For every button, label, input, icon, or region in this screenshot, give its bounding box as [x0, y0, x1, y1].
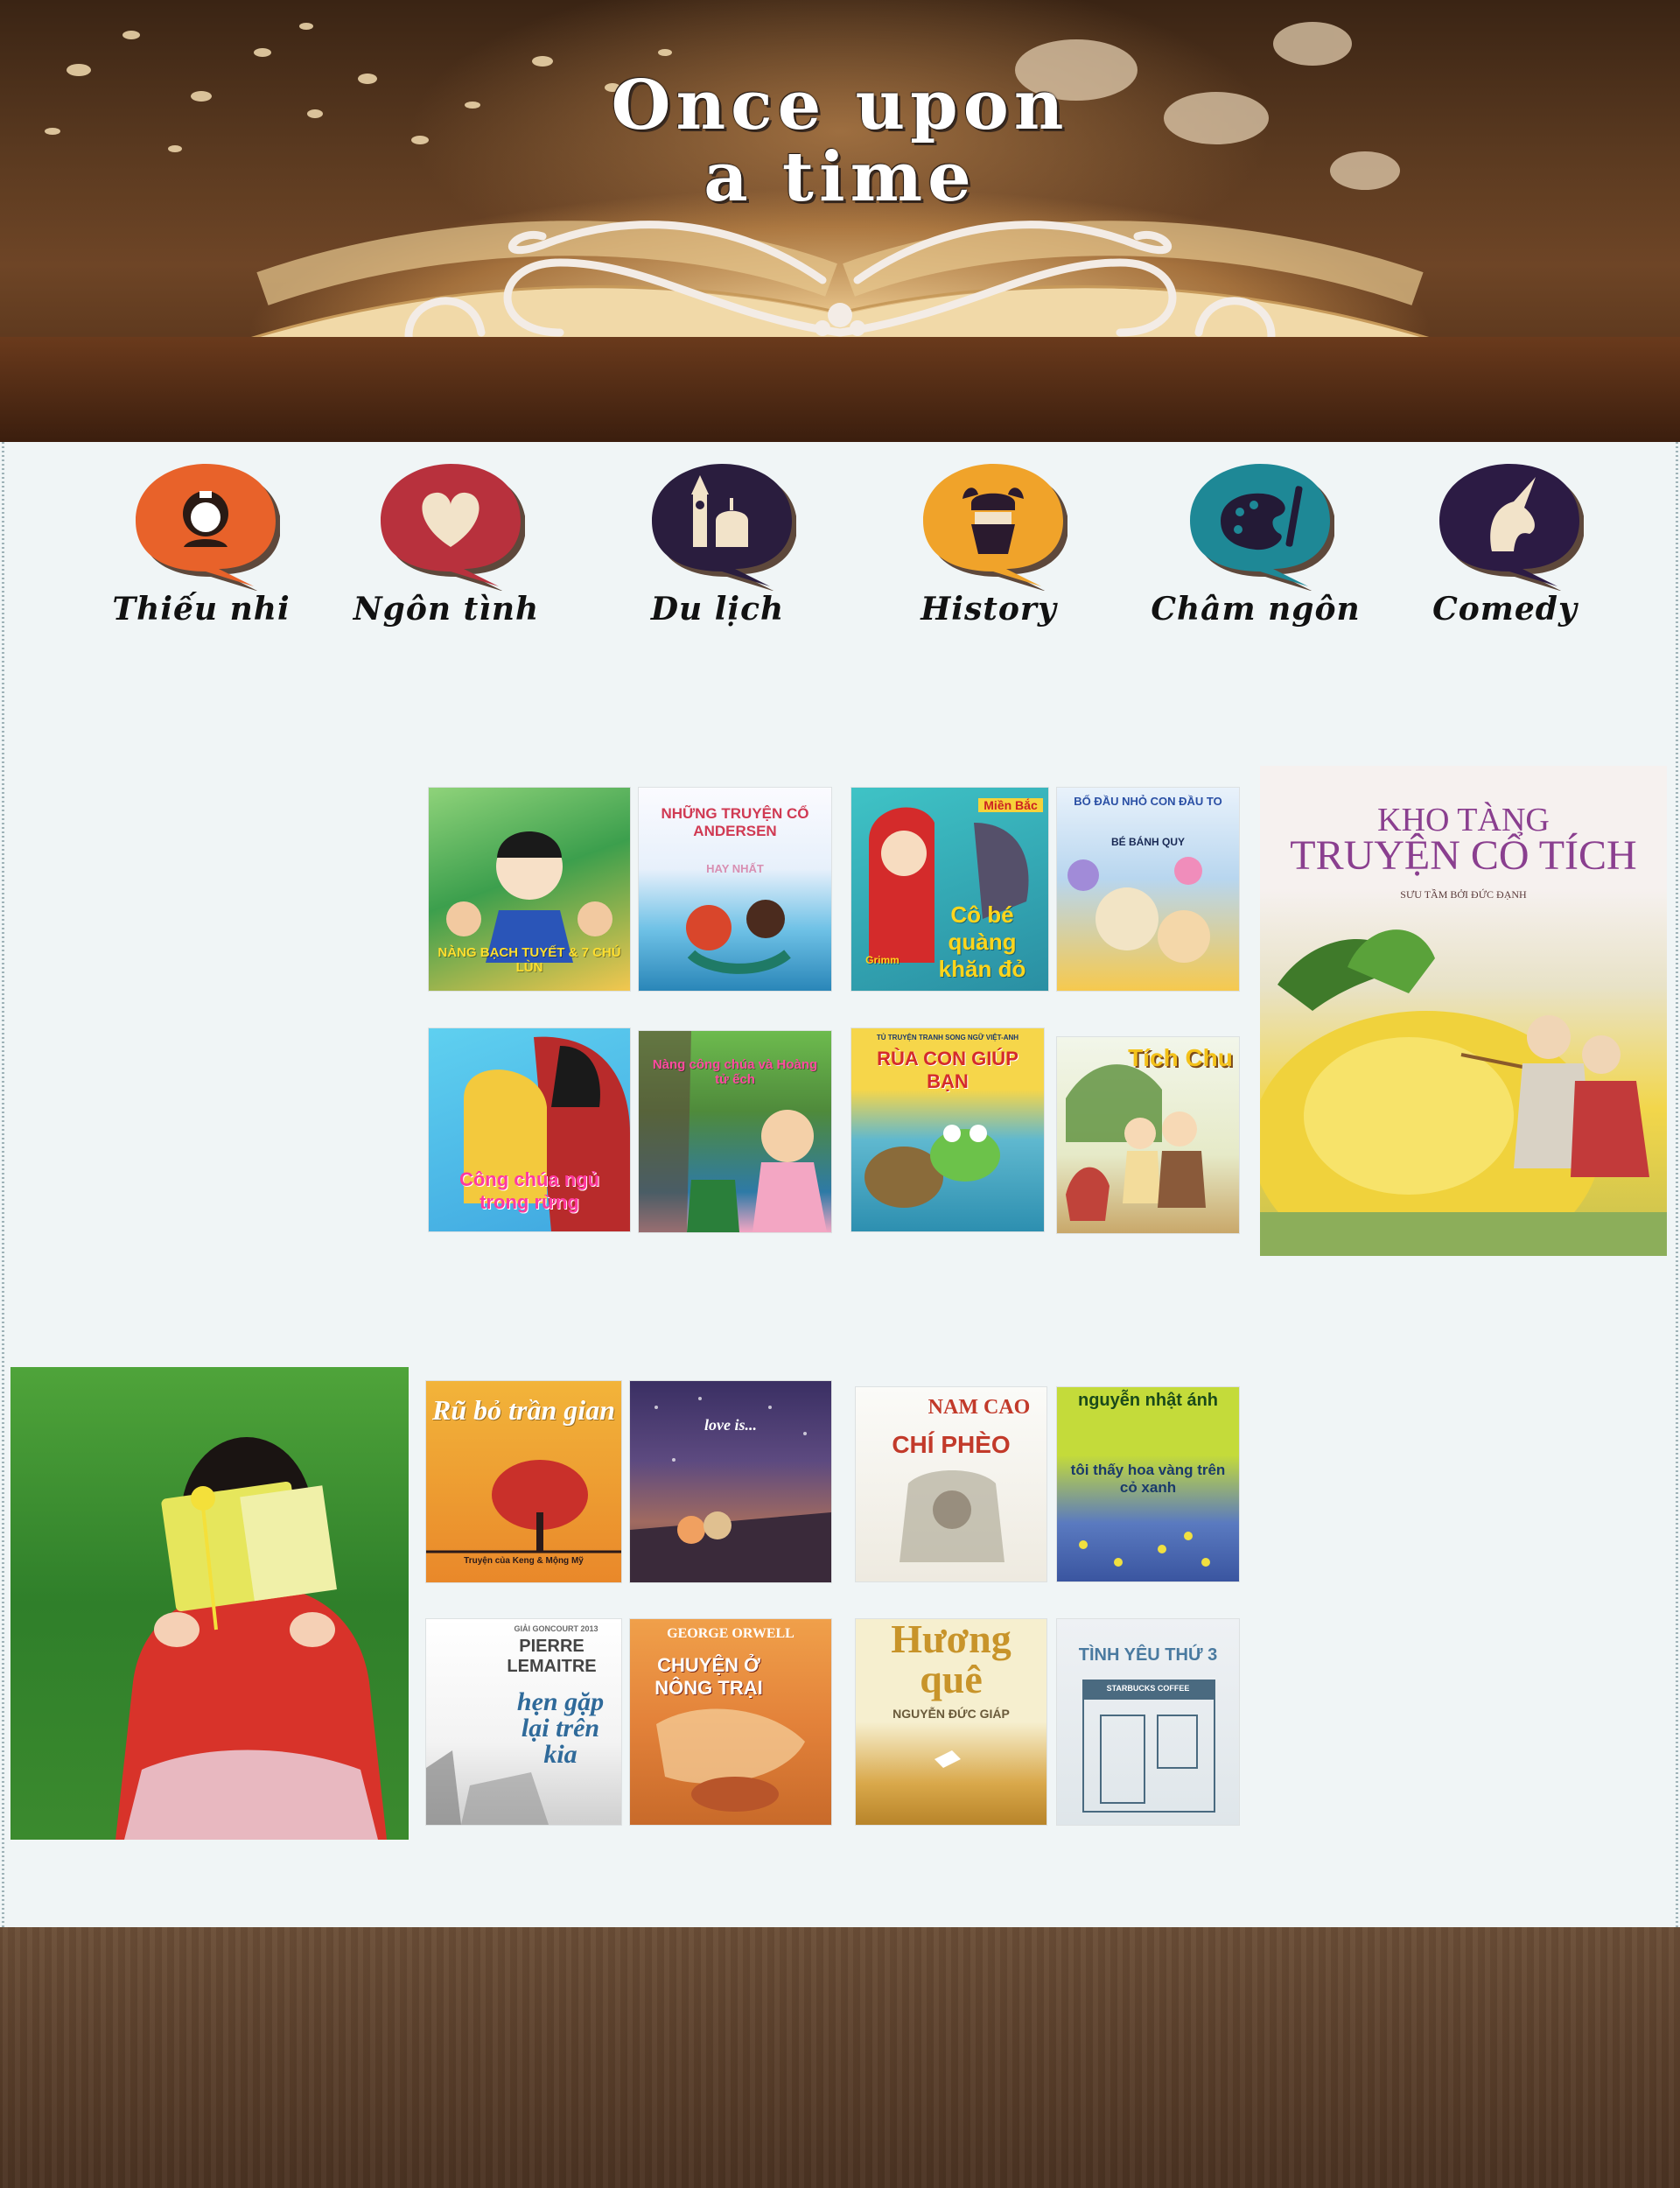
- book-subtitle: STARBUCKS COFFEE: [1106, 1684, 1190, 1693]
- book-cover-rua-con[interactable]: TỦ TRUYỆN TRANH SONG NGỮ VIỆT-ANH RÙA CO…: [851, 1028, 1044, 1231]
- category-comedy[interactable]: Comedy: [1391, 459, 1601, 652]
- heart-icon: [381, 464, 525, 591]
- book-subtitle: Truyện của Keng & Mộng Mỹ: [464, 1556, 584, 1566]
- book-cover-andersen[interactable]: NHỮNG TRUYỆN CỔ ANDERSEN HAY NHẤT: [639, 788, 831, 991]
- book-cover-tinh-yeu-thu-3[interactable]: TÌNH YÊU THỨ 3 STARBUCKS COFFEE: [1057, 1619, 1239, 1825]
- book-illustration: [630, 1397, 831, 1582]
- book-illustration: [1082, 1680, 1215, 1813]
- category-label: Du lịch: [650, 591, 785, 628]
- category-du-lich[interactable]: Du lịch: [604, 459, 814, 652]
- book-cover-nong-trai[interactable]: GEORGE ORWELL CHUYỆN Ở NÔNG TRẠI: [630, 1619, 831, 1825]
- viking-icon: [923, 464, 1068, 591]
- category-label: History: [920, 591, 1057, 628]
- book-cover-khan-do[interactable]: Miền Bắc Cô bé quàng khăn đỏ Grimm: [851, 788, 1048, 991]
- book-illustration: [934, 1750, 961, 1768]
- book-cover-ru-bo-tran-gian[interactable]: Rũ bỏ trần gian Truyện của Keng & Mộng M…: [426, 1381, 621, 1582]
- reading-girl-illustration: [116, 1437, 387, 1840]
- book-illustration: [426, 1750, 549, 1825]
- category-label: Comedy: [1432, 591, 1578, 628]
- book-badge: Miền Bắc: [978, 798, 1043, 812]
- book-cover-cong-chua-ngu[interactable]: Công chúa ngủ trong rừng: [429, 1028, 630, 1231]
- book-illustration: [656, 1708, 805, 1812]
- wooden-table: [0, 337, 1680, 442]
- header-banner: Once upon a time: [0, 0, 1680, 442]
- category-cham-ngon[interactable]: Châm ngôn: [1142, 459, 1360, 652]
- landmark-icon: [652, 464, 796, 591]
- book-publisher: Grimm: [865, 954, 900, 966]
- unicorn-icon: [1439, 464, 1584, 591]
- book-cover-huong-que[interactable]: Hương quê NGUYỄN ĐỨC GIÁP: [856, 1619, 1046, 1825]
- category-history[interactable]: History: [875, 459, 1085, 652]
- book-illustration: [1079, 1532, 1210, 1567]
- book-illustration: [900, 1470, 1004, 1562]
- book-title: NÀNG BẠCH TUYẾT & 7 CHÚ LÙN: [438, 945, 621, 975]
- category-label: Ngôn tình: [353, 591, 540, 628]
- book-title: Công chúa ngủ trong rừng: [458, 1168, 600, 1213]
- right-border: [1676, 442, 1678, 1927]
- book-cover-hoa-vang[interactable]: nguyễn nhật ánh tôi thấy hoa vàng trên c…: [1057, 1387, 1239, 1581]
- site-title-line2: a time: [704, 137, 976, 217]
- princess-icon: [136, 464, 280, 591]
- book-title: Cô bé quàng khăn đỏ: [938, 901, 1026, 982]
- site-title-line1: Once upon: [611, 66, 1069, 145]
- category-ngon-tinh[interactable]: Ngôn tình: [332, 459, 542, 652]
- book-title: Tích Chu: [1128, 1044, 1233, 1071]
- book-illustration: [1068, 857, 1210, 963]
- site-title: Once upon a time: [490, 70, 1190, 214]
- category-label: Thiếu nhi: [112, 591, 290, 628]
- book-illustration: [864, 1125, 1000, 1208]
- book-cover-tich-chu[interactable]: Tích Chu: [1057, 1037, 1239, 1233]
- category-thieu-nhi[interactable]: Thiếu nhi: [88, 459, 298, 652]
- palette-icon: [1190, 464, 1334, 591]
- book-title: Nàng công chúa và Hoàng tử ếch: [652, 1057, 818, 1087]
- feature-cover-kho-tang[interactable]: KHO TÀNG TRUYỆN CỔ TÍCH SƯU TẦM BỞI ĐỨC …: [1260, 766, 1667, 1256]
- book-cover-bo-dau-nho[interactable]: BỐ ĐẦU NHỎ CON ĐẦU TO BÉ BÁNH QUY: [1057, 788, 1239, 991]
- book-cover-hoang-tu-ech[interactable]: Nàng công chúa và Hoàng tử ếch: [639, 1031, 831, 1232]
- book-cover-love-is[interactable]: love is...: [630, 1381, 831, 1582]
- book-cover-bach-tuyet[interactable]: NÀNG BẠCH TUYẾT & 7 CHÚ LÙN: [429, 788, 630, 991]
- feature-photo-reading-girl[interactable]: [10, 1367, 409, 1840]
- left-border: [2, 442, 4, 1927]
- category-label: Châm ngôn: [1151, 591, 1361, 628]
- book-illustration: [686, 900, 791, 974]
- footer-wood: [0, 1927, 1680, 2188]
- book-cover-chi-pheo[interactable]: NAM CAO CHÍ PHÈO: [856, 1387, 1046, 1581]
- turnip-illustration: [1260, 929, 1667, 1256]
- book-cover-hen-gap-lai[interactable]: GIẢI GONCOURT 2013 PIERRE LEMAITRE hẹn g…: [426, 1619, 621, 1825]
- book-illustration: [426, 1460, 621, 1553]
